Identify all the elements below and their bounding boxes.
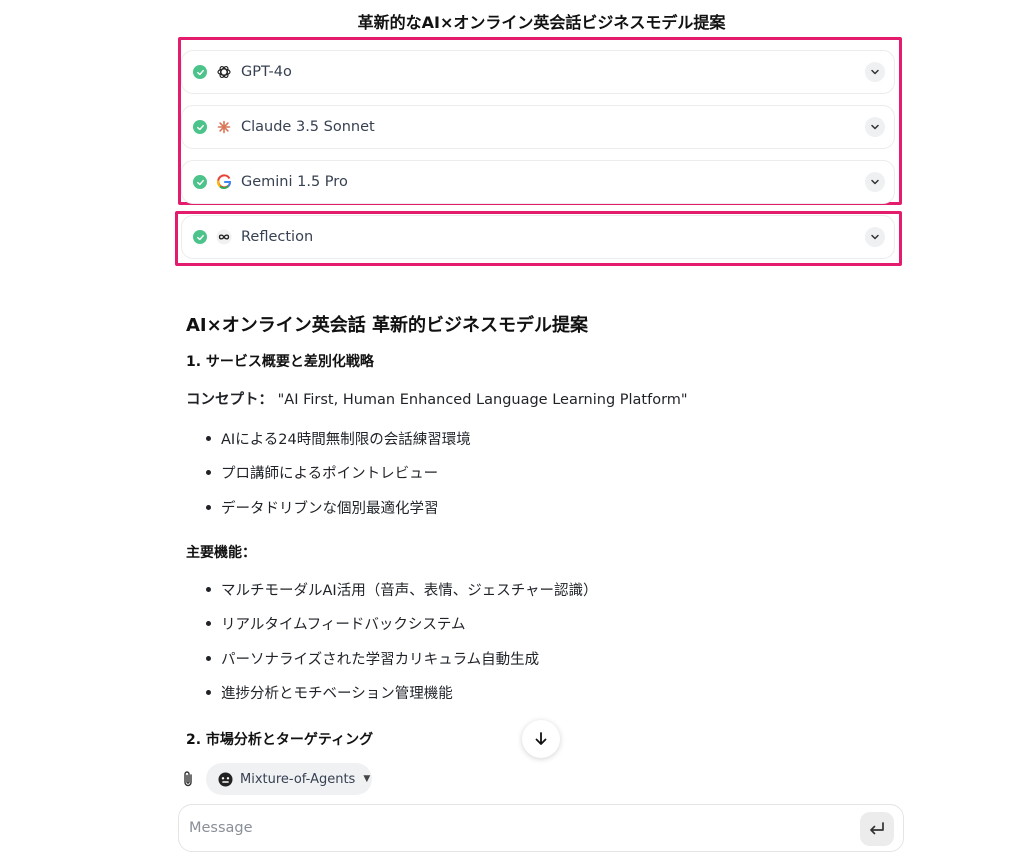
message-composer (178, 804, 904, 852)
list-item: データドリブンな個別最適化学習 (186, 497, 471, 531)
check-circle-icon (193, 120, 207, 134)
chevron-down-icon[interactable] (865, 227, 885, 247)
infinity-icon (216, 229, 232, 245)
model-card-gemini[interactable]: Gemini 1.5 Pro (181, 160, 895, 204)
chevron-down-icon[interactable] (865, 62, 885, 82)
check-circle-icon (193, 65, 207, 79)
concept-list: AIによる24時間無制限の会話練習環境 プロ講師によるポイントレビュー データド… (186, 428, 471, 531)
chat-title: 革新的なAI×オンライン英会話ビジネスモデル提案 (357, 13, 726, 32)
chevron-down-icon[interactable] (865, 172, 885, 192)
chat-page: 革新的なAI×オンライン英会話ビジネスモデル提案 GPT-4o Claude 3… (0, 0, 1024, 854)
list-item: パーソナライズされた学習カリキュラム自動生成 (186, 648, 598, 682)
paperclip-icon[interactable] (180, 770, 196, 788)
enter-icon (870, 822, 884, 835)
claude-icon (216, 119, 232, 135)
agent-icon (218, 772, 233, 786)
chevron-down-icon[interactable] (865, 117, 885, 137)
scroll-down-button[interactable] (522, 720, 560, 758)
response-heading: AI×オンライン英会話 革新的ビジネスモデル提案 (186, 315, 588, 336)
list-item: マルチモーダルAI活用（音声、表情、ジェスチャー認識） (186, 579, 598, 613)
arrow-down-icon (535, 732, 547, 745)
openai-icon (216, 64, 232, 80)
model-card-reflection[interactable]: Reflection (181, 215, 895, 259)
concept-line: コンセプト： "AI First, Human Enhanced Languag… (186, 388, 688, 409)
section-heading: 2. 市場分析とターゲティング (186, 732, 374, 748)
check-circle-icon (193, 175, 207, 189)
send-button[interactable] (860, 812, 894, 846)
agent-label: Mixture-of-Agents (240, 771, 356, 787)
model-name: Reflection (241, 229, 314, 245)
model-name: Claude 3.5 Sonnet (241, 119, 375, 135)
section-heading: 1. サービス概要と差別化戦略 (186, 354, 374, 370)
features-list: マルチモーダルAI活用（音声、表情、ジェスチャー認識） リアルタイムフィードバッ… (186, 579, 598, 716)
list-item: AIによる24時間無制限の会話練習環境 (186, 428, 471, 462)
message-input[interactable] (189, 815, 829, 841)
google-icon (216, 174, 232, 190)
concept-value: "AI First, Human Enhanced Language Learn… (277, 392, 688, 408)
list-item: 進捗分析とモチベーション管理機能 (186, 682, 598, 716)
list-item: プロ講師によるポイントレビュー (186, 462, 471, 496)
caret-down-icon: ▼ (363, 774, 371, 784)
features-heading: 主要機能： (186, 545, 256, 561)
concept-label: コンセプト： (186, 392, 273, 408)
list-item: リアルタイムフィードバックシステム (186, 613, 598, 647)
agent-selector[interactable]: Mixture-of-Agents ▼ (206, 763, 372, 795)
check-circle-icon (193, 230, 207, 244)
model-card-claude[interactable]: Claude 3.5 Sonnet (181, 105, 895, 149)
model-name: GPT-4o (241, 64, 292, 80)
model-name: Gemini 1.5 Pro (241, 174, 348, 190)
model-card-gpt-4o[interactable]: GPT-4o (181, 50, 895, 94)
